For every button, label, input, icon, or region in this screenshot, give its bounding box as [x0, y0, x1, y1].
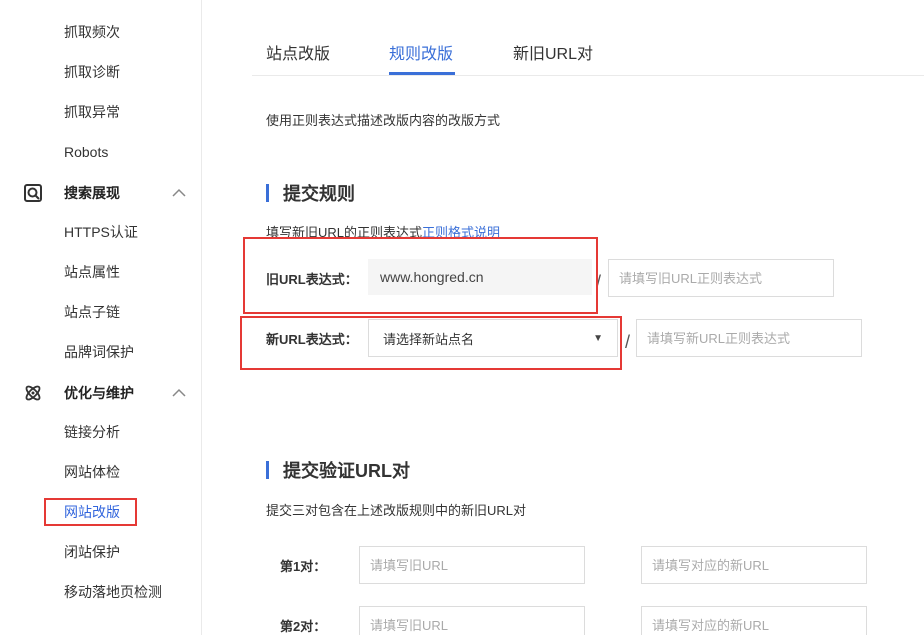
sidebar-item-site-sublinks[interactable]: 站点子链: [64, 302, 120, 322]
verify-hint: 提交三对包含在上述改版规则中的新旧URL对: [266, 503, 527, 518]
sidebar-item-mobile-landing-check[interactable]: 移动落地页检测: [64, 582, 162, 602]
sidebar-item-site-check[interactable]: 网站体检: [64, 462, 120, 482]
section-title-text: 提交规则: [283, 184, 355, 204]
sidebar-item-close-protection[interactable]: 闭站保护: [64, 542, 120, 562]
pair-1-new-url-input[interactable]: [641, 546, 867, 584]
section-title-text: 提交验证URL对: [283, 461, 410, 481]
sidebar-item-brand-protection[interactable]: 品牌词保护: [64, 342, 134, 362]
old-url-regex-input[interactable]: [608, 259, 834, 297]
pair-label-2: 第2对：: [280, 619, 327, 634]
tab-bar: 站点改版 规则改版 新旧URL对: [252, 28, 924, 76]
sidebar-item-crawl-error[interactable]: 抓取异常: [64, 102, 120, 122]
sidebar-item-site-attributes[interactable]: 站点属性: [64, 262, 120, 282]
highlight-box-new-url: [240, 316, 622, 370]
new-url-regex-input[interactable]: [636, 319, 862, 357]
highlight-box-old-url: [243, 237, 598, 314]
tab-site-revision[interactable]: 站点改版: [266, 40, 330, 64]
sidebar-item-crawl-diagnose[interactable]: 抓取诊断: [64, 62, 120, 82]
section-title-submit-rule: 提交规则: [266, 180, 355, 206]
pair-label-1: 第1对：: [280, 559, 327, 574]
section-accent-bar: [266, 461, 269, 479]
section-title-verify: 提交验证URL对: [266, 457, 410, 483]
sidebar-group-label: 搜索展现: [64, 185, 120, 201]
pair-2-old-url-input[interactable]: [359, 606, 585, 635]
tab-url-pairs[interactable]: 新旧URL对: [513, 40, 593, 64]
sidebar-group-label: 优化与维护: [64, 385, 134, 401]
sidebar-group-optimize[interactable]: 优化与维护: [22, 381, 187, 405]
sidebar: 抓取频次 抓取诊断 抓取异常 Robots 搜索展现 HTTPS认证 站点属性 …: [0, 0, 202, 635]
tab-rule-revision[interactable]: 规则改版: [389, 40, 453, 64]
sidebar-item-https[interactable]: HTTPS认证: [64, 222, 138, 242]
separator-slash: /: [625, 332, 631, 352]
pair-1-old-url-input[interactable]: [359, 546, 585, 584]
highlight-box-sidebar: [44, 498, 137, 526]
atom-icon: [22, 382, 44, 404]
section-accent-bar: [266, 184, 269, 202]
search-display-icon: [22, 182, 44, 204]
chevron-up-icon[interactable]: [171, 385, 187, 401]
chevron-up-icon[interactable]: [171, 185, 187, 201]
sidebar-item-link-analysis[interactable]: 链接分析: [64, 422, 120, 442]
page-description: 使用正则表达式描述改版内容的改版方式: [266, 113, 501, 128]
sidebar-group-search-display[interactable]: 搜索展现: [22, 181, 187, 205]
sidebar-item-robots[interactable]: Robots: [64, 142, 108, 162]
pair-2-new-url-input[interactable]: [641, 606, 867, 635]
active-tab-indicator: [389, 72, 455, 75]
sidebar-item-crawl-frequency[interactable]: 抓取频次: [64, 22, 120, 42]
